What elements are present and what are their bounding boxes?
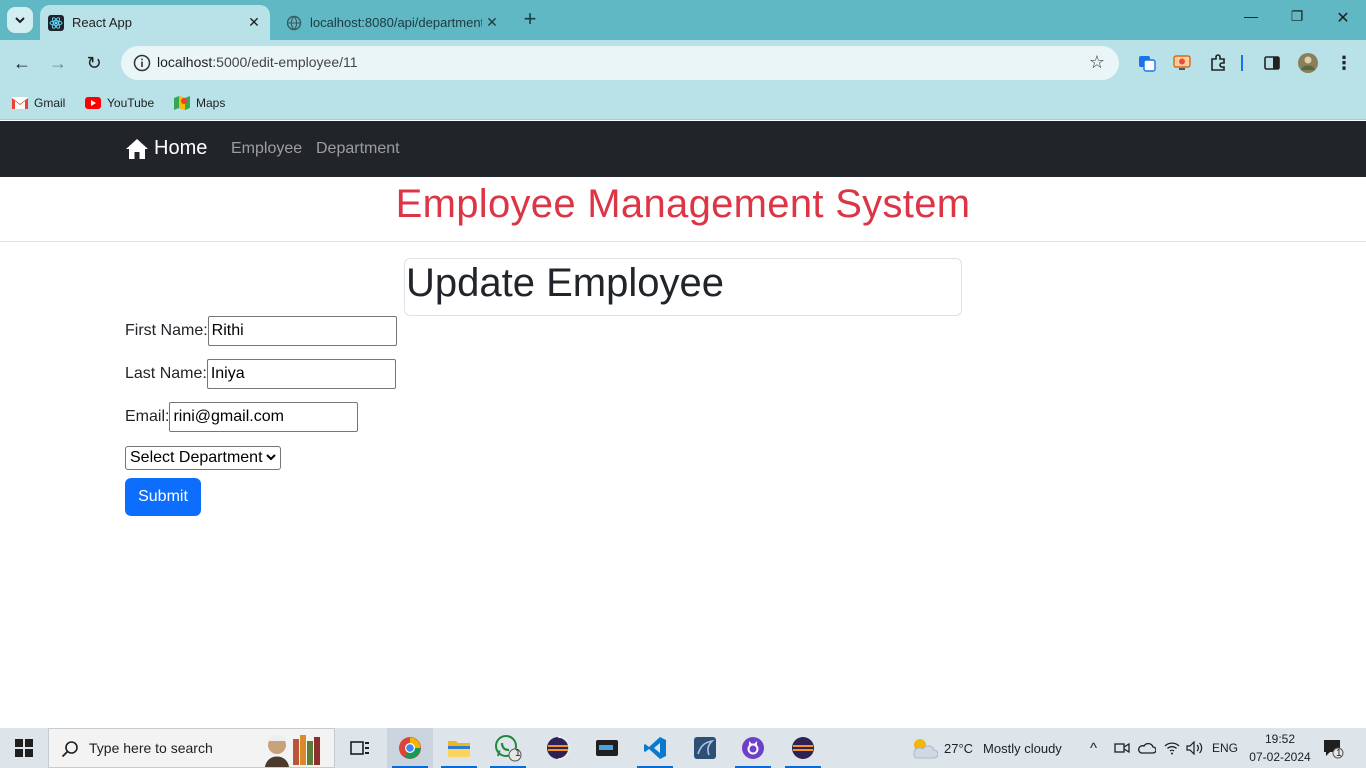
tab-search-button[interactable]: [7, 7, 33, 33]
side-panel-icon[interactable]: [1261, 52, 1283, 74]
maps-icon: [174, 96, 190, 110]
email-field[interactable]: [169, 402, 359, 432]
department-select[interactable]: Select Department: [125, 446, 281, 470]
profile-avatar[interactable]: [1297, 52, 1319, 74]
first-name-label: First Name:: [125, 322, 208, 339]
windows-taskbar: Type here to search 1 27°C Mostly cloudy…: [0, 728, 1366, 768]
submit-button[interactable]: Submit: [125, 478, 201, 516]
first-name-row: First Name:: [125, 316, 397, 346]
github-desktop-icon[interactable]: [730, 728, 776, 768]
close-tab-icon[interactable]: ✕: [244, 14, 264, 31]
onedrive-cloud-icon[interactable]: [1138, 728, 1156, 768]
brand-label: Home: [154, 137, 208, 159]
url-text: localhost:5000/edit-employee/11: [157, 54, 358, 70]
show-hidden-icons-chevron-up-icon[interactable]: ^: [1090, 728, 1097, 768]
tab-title: localhost:8080/api/departments: [310, 15, 482, 30]
search-placeholder: Type here to search: [89, 740, 213, 756]
youtube-icon: [85, 97, 101, 109]
bookmark-label: Maps: [196, 96, 226, 110]
address-bar[interactable]: localhost:5000/edit-employee/11 ☆: [121, 46, 1119, 80]
whatsapp-badge: 1: [515, 748, 521, 759]
app-navbar: Home Employee Department: [0, 121, 1366, 177]
tab-departments-api[interactable]: localhost:8080/api/departments ✕: [278, 5, 508, 40]
back-icon[interactable]: ←: [9, 50, 35, 76]
forward-icon[interactable]: →: [45, 50, 71, 76]
email-label: Email:: [125, 408, 170, 425]
weather-widget[interactable]: 27°C Mostly cloudy: [910, 728, 1062, 768]
cloudy-weather-icon: [913, 739, 938, 759]
bookmark-youtube[interactable]: YouTube: [85, 93, 154, 113]
home-icon: [126, 138, 148, 159]
tab-react-app[interactable]: React App ✕: [40, 5, 270, 40]
tab-title: React App: [72, 15, 132, 30]
bookmarks-bar: Gmail YouTube Maps: [0, 86, 1366, 120]
translate-extension-icon[interactable]: [1136, 52, 1158, 74]
close-window-icon[interactable]: ✕: [1331, 8, 1355, 32]
chevron-down-icon: [266, 454, 276, 461]
screen-recorder-extension-icon[interactable]: [1171, 52, 1193, 74]
vscode-icon[interactable]: [632, 728, 678, 768]
weather-text: Mostly cloudy: [983, 740, 1062, 756]
bookmark-label: Gmail: [34, 96, 66, 110]
mysql-shell-icon[interactable]: [584, 728, 630, 768]
bookmark-star-icon[interactable]: ☆: [1089, 52, 1105, 73]
browser-toolbar: ← → ↻ localhost:5000/edit-employee/11 ☆ …: [0, 40, 1366, 86]
windows-logo-icon: [15, 739, 33, 757]
bookmark-label: YouTube: [107, 96, 155, 110]
eclipse-icon[interactable]: [535, 728, 581, 768]
language-indicator[interactable]: ENG: [1212, 728, 1238, 768]
reload-icon[interactable]: ↻: [81, 50, 107, 76]
clock[interactable]: 19:52 07-02-2024: [1240, 730, 1320, 766]
search-highlight-illustration-icon: [265, 735, 320, 767]
file-explorer-icon[interactable]: [436, 728, 482, 768]
weather-temp: 27°C: [944, 740, 974, 756]
form-heading: Update Employee: [406, 261, 724, 305]
new-tab-button[interactable]: +: [518, 8, 542, 32]
department-select-value: Select Department: [130, 449, 263, 466]
task-view-icon[interactable]: [337, 728, 383, 768]
close-tab-icon[interactable]: ✕: [482, 14, 502, 31]
chrome-taskbar-icon[interactable]: [387, 728, 433, 768]
minimize-icon[interactable]: —: [1239, 8, 1263, 32]
taskbar-search-box[interactable]: Type here to search: [48, 728, 335, 768]
notification-badge: 1: [1336, 748, 1342, 759]
react-icon: [48, 14, 64, 31]
meet-now-icon[interactable]: [1114, 728, 1130, 768]
eclipse-ide-icon[interactable]: [780, 728, 826, 768]
page-header: Employee Management System: [0, 177, 1366, 242]
globe-icon: [286, 15, 302, 30]
chrome-menu-icon[interactable]: ⋮: [1333, 52, 1355, 74]
gmail-icon: [12, 97, 28, 109]
notification-center-icon[interactable]: 1: [1322, 728, 1344, 768]
last-name-label: Last Name:: [125, 365, 207, 382]
whatsapp-icon[interactable]: 1: [485, 728, 531, 768]
last-name-field[interactable]: [206, 359, 396, 389]
search-icon: [61, 741, 78, 758]
wifi-icon[interactable]: [1164, 728, 1180, 768]
mysql-workbench-icon[interactable]: [682, 728, 728, 768]
toolbar-divider: [1240, 52, 1244, 74]
form-heading-box: Update Employee: [404, 258, 962, 316]
clock-date: 07-02-2024: [1249, 750, 1311, 764]
site-info-icon[interactable]: [133, 54, 151, 72]
page-title: Employee Management System: [395, 182, 971, 226]
nav-employee-link[interactable]: Employee: [231, 140, 302, 158]
volume-icon[interactable]: [1186, 728, 1204, 768]
first-name-field[interactable]: [207, 316, 397, 346]
chevron-down-icon: [15, 17, 25, 24]
start-button[interactable]: [0, 728, 48, 768]
last-name-row: Last Name:: [125, 359, 396, 389]
home-link[interactable]: Home: [125, 137, 207, 160]
bookmark-gmail[interactable]: Gmail: [12, 93, 65, 113]
extensions-puzzle-icon[interactable]: [1207, 52, 1229, 74]
bookmark-maps[interactable]: Maps: [174, 93, 225, 113]
browser-tab-strip: React App ✕ localhost:8080/api/departmen…: [0, 0, 1366, 40]
restore-icon[interactable]: ❐: [1285, 8, 1309, 32]
email-row: Email:: [125, 402, 359, 432]
clock-time: 19:52: [1264, 732, 1296, 746]
nav-department-link[interactable]: Department: [316, 140, 400, 158]
